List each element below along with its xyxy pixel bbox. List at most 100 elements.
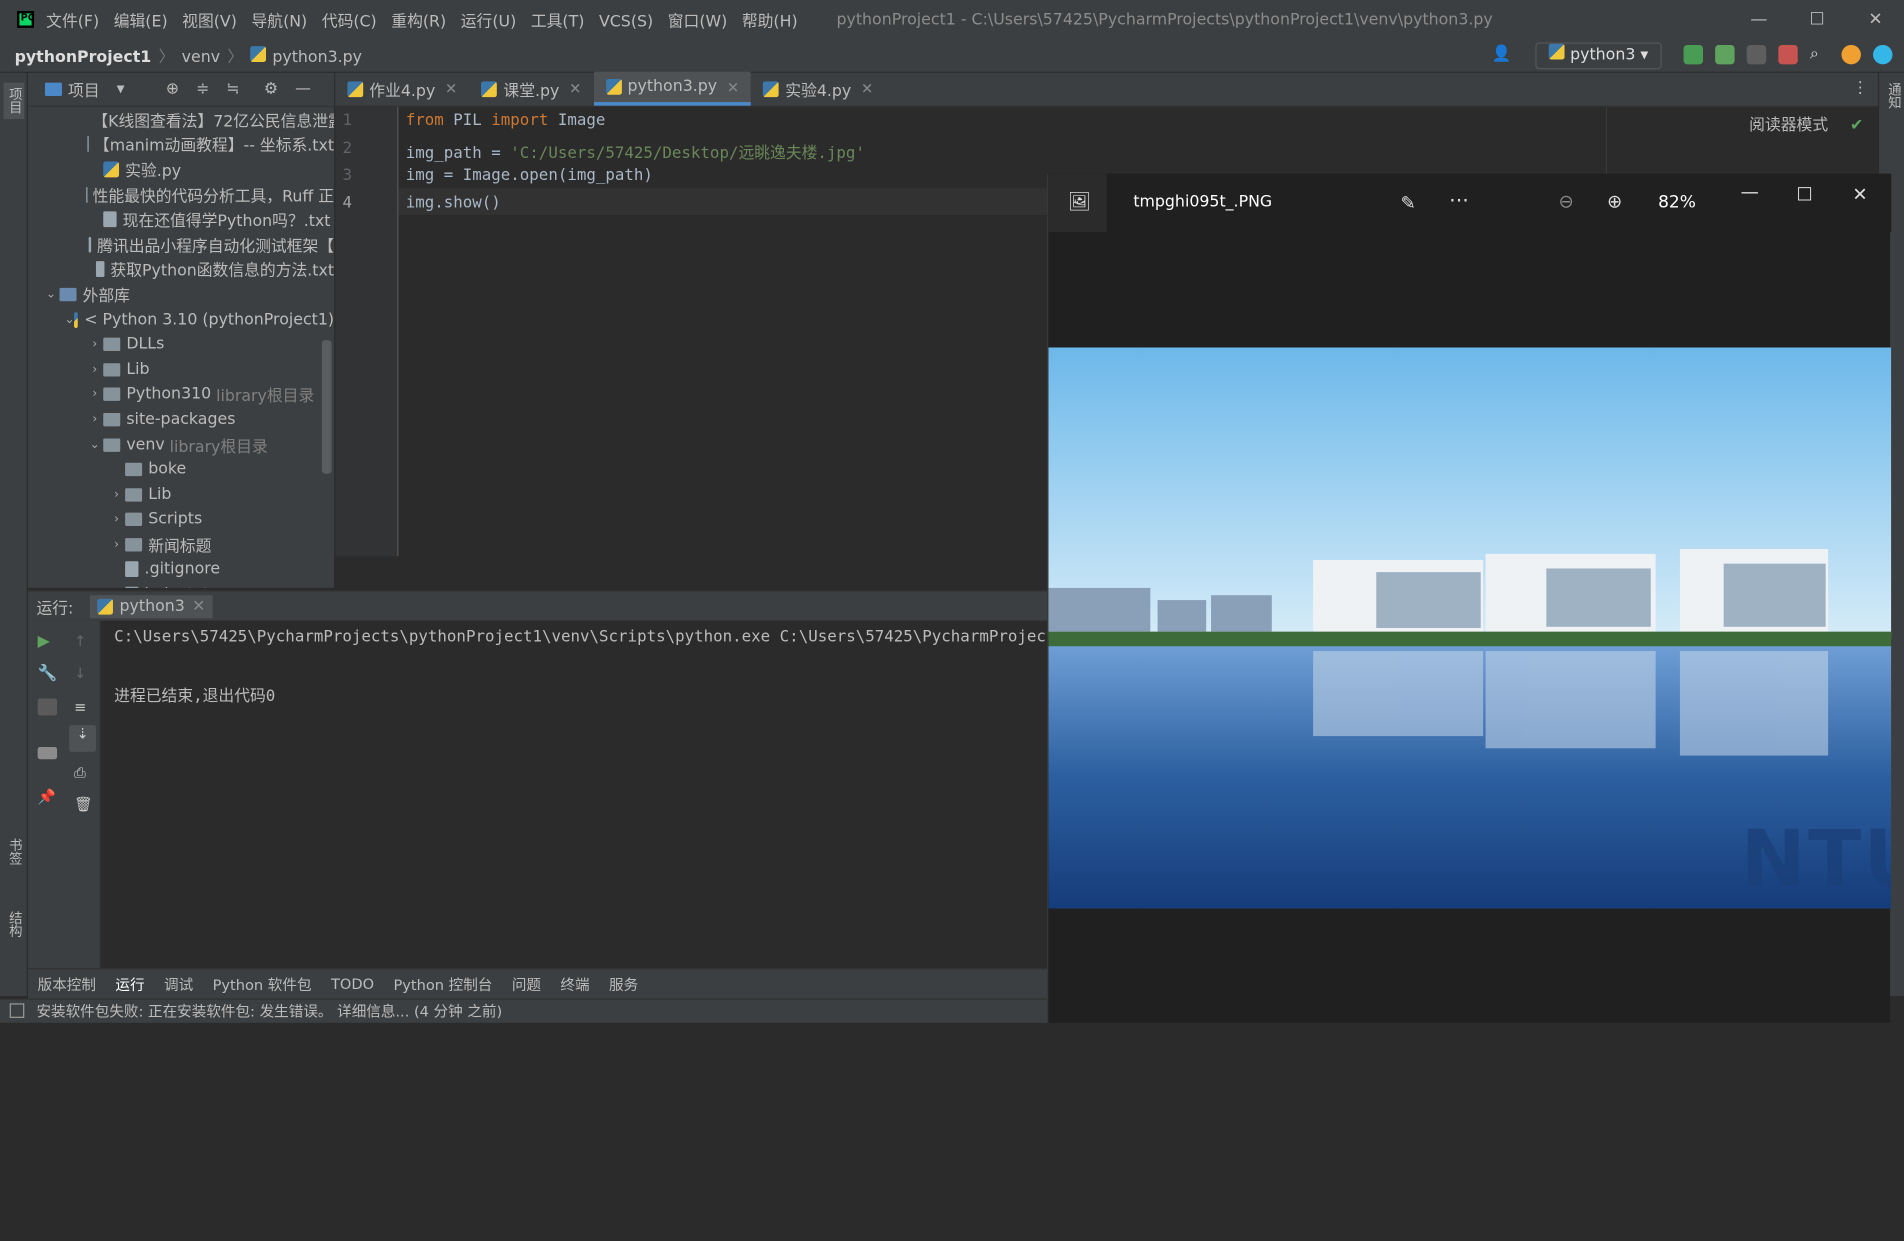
chevron-down-icon[interactable]: ⌄ xyxy=(64,313,74,326)
collapse-all-icon[interactable]: ≒ xyxy=(226,80,239,98)
maximize-icon[interactable]: ☐ xyxy=(1788,0,1846,39)
viewer-maximize-icon[interactable]: ☐ xyxy=(1797,183,1813,205)
wrench-icon[interactable]: 🔧 xyxy=(38,664,57,681)
reader-mode-toggle[interactable]: 阅读器模式✔ xyxy=(1749,112,1863,135)
layout-icon[interactable] xyxy=(38,747,57,759)
dropdown-chevron-icon[interactable]: ▾ xyxy=(117,80,125,98)
tree-scrollbar[interactable] xyxy=(322,340,332,474)
tree-item[interactable]: ⌄venvlibrary根目录 xyxy=(28,432,334,457)
status-toggle-icon[interactable] xyxy=(10,1003,25,1018)
editor-tab[interactable]: 课堂.py✕ xyxy=(469,72,593,106)
bottom-tool-tab[interactable]: Python 控制台 xyxy=(393,974,492,995)
close-tab-icon[interactable]: ✕ xyxy=(727,78,739,95)
bottom-tool-tab[interactable]: 服务 xyxy=(609,974,638,995)
chevron-right-icon[interactable]: › xyxy=(86,338,103,351)
tree-item[interactable]: ⌄< Python 3.10 (pythonProject1) xyxy=(28,307,334,332)
tree-item[interactable]: 【manim动画教程】-- 坐标系.txt xyxy=(28,132,334,157)
tree-item[interactable]: 实验.py xyxy=(28,157,334,182)
status-message[interactable]: 安装软件包失败: 正在安装软件包: 发生错误。 详细信息... (4 分钟 之前… xyxy=(36,1001,502,1022)
tree-item[interactable]: ›新闻标题 xyxy=(28,532,334,557)
menu-item[interactable]: 工具(T) xyxy=(531,13,585,31)
chevron-down-icon[interactable]: ⌄ xyxy=(86,438,103,451)
menu-item[interactable]: 导航(N) xyxy=(251,13,307,31)
menu-item[interactable]: 视图(V) xyxy=(182,13,237,31)
structure-tool-tab[interactable]: 结构 xyxy=(4,911,25,938)
menu-item[interactable]: 重构(R) xyxy=(391,13,446,31)
chevron-right-icon[interactable]: › xyxy=(86,413,103,426)
tree-item[interactable]: boke.txt xyxy=(28,582,334,588)
editor-tab[interactable]: 作业4.py✕ xyxy=(335,72,469,106)
menu-item[interactable]: 窗口(W) xyxy=(668,13,728,31)
bottom-tool-tab[interactable]: 问题 xyxy=(512,974,541,995)
menu-item[interactable]: VCS(S) xyxy=(599,13,653,31)
expand-all-icon[interactable]: ≑ xyxy=(196,80,209,98)
print-icon[interactable]: ⎙ xyxy=(74,764,93,781)
close-icon[interactable]: ✕ xyxy=(1846,0,1904,39)
viewer-minimize-icon[interactable]: — xyxy=(1741,181,1759,203)
run-console[interactable]: C:\Users\57425\PycharmProjects\pythonPro… xyxy=(101,621,1047,968)
tree-item[interactable]: ›Scripts xyxy=(28,507,334,532)
coverage-icon[interactable] xyxy=(1747,45,1766,64)
tree-item[interactable]: ›Lib xyxy=(28,482,334,507)
more-options-icon[interactable]: ··· xyxy=(1449,189,1469,213)
tree-item[interactable]: ›Lib xyxy=(28,357,334,382)
tree-item[interactable]: 腾讯出品小程序自动化测试框架【 xyxy=(28,232,334,257)
chevron-right-icon[interactable]: › xyxy=(86,388,103,401)
viewer-close-icon[interactable]: ✕ xyxy=(1852,183,1867,205)
breadcrumb-folder[interactable]: venv xyxy=(182,49,220,67)
scroll-to-end-icon[interactable]: ⇣ xyxy=(69,725,96,752)
breadcrumb-file[interactable]: python3.py xyxy=(272,49,362,67)
minimize-icon[interactable]: — xyxy=(1730,0,1788,39)
chevron-right-icon[interactable]: › xyxy=(108,513,125,526)
menu-item[interactable]: 帮助(H) xyxy=(742,13,798,31)
run-config-selector[interactable]: python3 ▾ xyxy=(1535,43,1662,70)
zoom-level[interactable]: 82% xyxy=(1658,193,1696,212)
bottom-tool-tab[interactable]: 运行 xyxy=(115,974,144,995)
project-panel-title[interactable]: 项目 xyxy=(68,78,100,101)
close-tab-icon[interactable]: ✕ xyxy=(445,80,457,97)
menu-item[interactable]: 运行(U) xyxy=(461,13,516,31)
hide-panel-icon[interactable]: — xyxy=(295,80,311,98)
tree-item[interactable]: ⌄外部库 xyxy=(28,282,334,307)
bottom-tool-tab[interactable]: 调试 xyxy=(164,974,193,995)
breadcrumb-project[interactable]: pythonProject1 xyxy=(15,49,152,67)
bottom-tool-tab[interactable]: TODO xyxy=(331,975,374,992)
user-icon[interactable]: 👤 xyxy=(1492,45,1516,64)
rerun-icon[interactable] xyxy=(1684,45,1703,64)
bottom-tool-tab[interactable]: Python 软件包 xyxy=(213,974,312,995)
tree-item[interactable]: ›Python310library根目录 xyxy=(28,382,334,407)
debug-icon[interactable] xyxy=(1715,45,1734,64)
menu-item[interactable]: 文件(F) xyxy=(46,13,99,31)
run-tab-python3[interactable]: python3✕ xyxy=(90,595,212,618)
run-icon[interactable]: ▶ xyxy=(38,633,57,650)
tree-item[interactable]: boke xyxy=(28,457,334,482)
trash-icon[interactable]: 🗑 xyxy=(74,796,93,813)
tree-item[interactable]: 获取Python函数信息的方法.txt xyxy=(28,257,334,282)
chevron-right-icon[interactable]: › xyxy=(108,488,125,501)
project-tool-tab[interactable]: 项目 xyxy=(4,83,25,119)
chevron-down-icon[interactable]: ⌄ xyxy=(43,288,60,301)
jetbrains-ai-icon[interactable] xyxy=(1873,45,1892,64)
chevron-right-icon[interactable]: › xyxy=(108,538,125,551)
tree-item[interactable]: 【K线图查看法】72亿公民信息泄露 xyxy=(28,107,334,132)
stop-icon[interactable] xyxy=(38,698,57,715)
gear-icon[interactable]: ⚙ xyxy=(264,80,278,98)
displayed-photo[interactable]: NTU xyxy=(1048,347,1891,908)
zoom-out-icon[interactable]: ⊖ xyxy=(1558,191,1573,213)
search-icon[interactable]: ⌕ xyxy=(1810,45,1829,64)
menu-item[interactable]: 编辑(E) xyxy=(114,13,168,31)
bottom-tool-tab[interactable]: 终端 xyxy=(560,974,589,995)
menu-item[interactable]: 代码(C) xyxy=(322,13,377,31)
tree-item[interactable]: .gitignore xyxy=(28,557,334,582)
close-tab-icon[interactable]: ✕ xyxy=(569,80,581,97)
edit-image-icon[interactable]: ✎ xyxy=(1401,192,1416,214)
update-icon[interactable] xyxy=(1841,45,1860,64)
close-tab-icon[interactable]: ✕ xyxy=(192,597,205,615)
locate-icon[interactable]: ⊕ xyxy=(166,80,179,98)
editor-tab[interactable]: 实验4.py✕ xyxy=(751,72,885,106)
editor-tab[interactable]: python3.py✕ xyxy=(593,72,751,106)
more-actions-icon[interactable]: ⋮ xyxy=(1852,79,1868,97)
stop-icon[interactable] xyxy=(1778,45,1797,64)
tree-item[interactable]: 现在还值得学Python吗？.txt xyxy=(28,207,334,232)
up-arrow-icon[interactable]: ↑ xyxy=(74,633,93,650)
